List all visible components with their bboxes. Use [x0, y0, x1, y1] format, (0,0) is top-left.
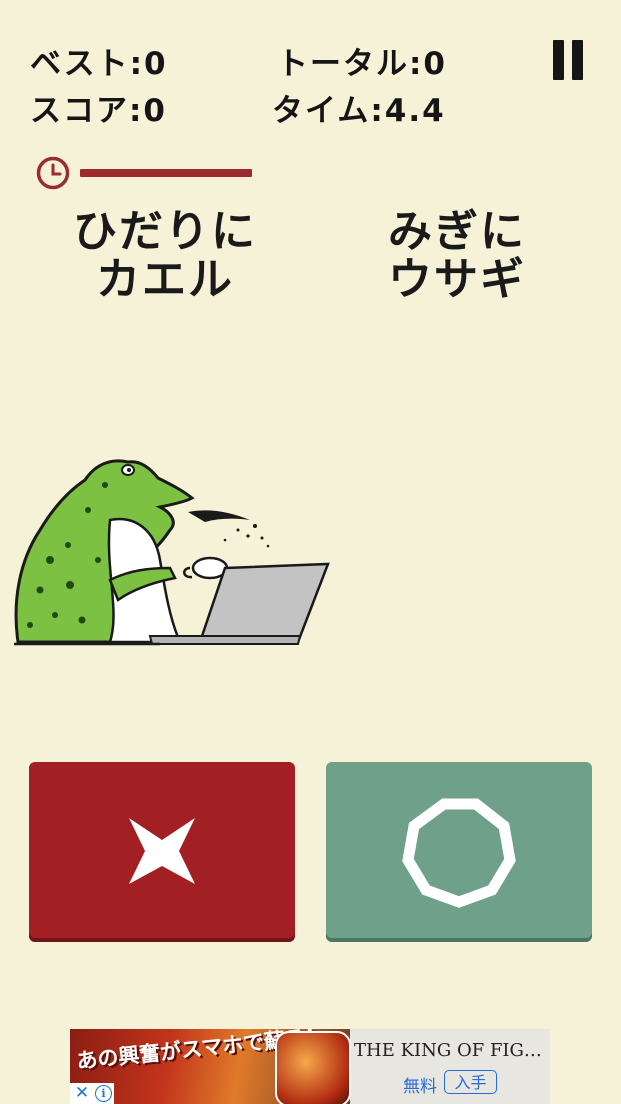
timer-bar — [80, 169, 252, 177]
info-icon[interactable]: i — [95, 1085, 112, 1102]
instruction-right-line2: ウサギ — [388, 254, 526, 305]
best-score: ベスト:0 — [30, 46, 168, 82]
instruction-left: ひだりに カエル — [60, 208, 270, 304]
current-score: スコア:0 — [30, 93, 167, 129]
ad-get-button[interactable]: 入手 — [444, 1070, 497, 1094]
clock-icon — [36, 156, 70, 190]
ad-controls: ✕ i — [70, 1083, 114, 1104]
close-icon[interactable]: ✕ — [73, 1083, 91, 1104]
total-score: トータル:0 — [277, 46, 447, 82]
ad-banner[interactable]: あの興奮がスマホで蘇る! THE KING OF FIGHT… 無料 入手 ✕ … — [70, 1029, 550, 1104]
instruction-left-line1: ひだりに — [73, 206, 257, 257]
frog-with-laptop-illustration — [14, 459, 330, 646]
app-icon[interactable] — [275, 1031, 351, 1104]
instruction-left-line2: カエル — [96, 254, 234, 305]
x-mark-icon — [129, 818, 195, 884]
time-remaining: タイム:4.4 — [272, 93, 446, 129]
no-button[interactable] — [29, 762, 295, 938]
instruction-right-line1: みぎに — [388, 206, 526, 257]
circle-mark-icon — [402, 798, 516, 908]
pause-icon — [553, 40, 564, 80]
pause-icon-bar — [572, 40, 583, 80]
yes-button[interactable] — [326, 762, 592, 938]
instruction-right: みぎに ウサギ — [352, 208, 562, 304]
pause-button[interactable] — [553, 40, 583, 80]
ad-title[interactable]: THE KING OF FIGHT… — [354, 1040, 544, 1061]
ad-price: 無料 — [403, 1077, 437, 1097]
